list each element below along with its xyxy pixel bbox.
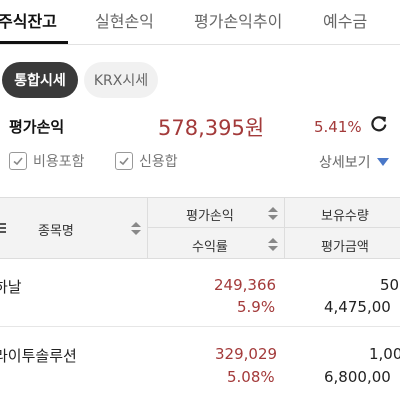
tab-eval-pnl-trend[interactable]: 평가손익추이 <box>194 8 282 32</box>
eval-amount-cell: 6,800,00 <box>324 368 391 386</box>
header-eval-pnl[interactable]: 평가손익 <box>186 205 234 224</box>
tab-deposit[interactable]: 예수금 <box>323 8 367 32</box>
header-return-rate[interactable]: 수익률 <box>192 236 228 255</box>
eval-pnl-value: 578,395원 <box>158 116 265 140</box>
checkmark-icon <box>9 152 27 170</box>
header-stock-name[interactable]: 종목명 <box>38 220 74 239</box>
credit-sum-label: 신용합 <box>139 154 178 170</box>
include-cost-checkbox[interactable]: 비용포함 <box>9 151 85 171</box>
eval-pnl-cell: 249,366 <box>214 276 277 294</box>
holdings-cell: 50 <box>380 276 400 294</box>
eval-pnl-label: 평가손익 <box>9 118 65 136</box>
sort-icon[interactable] <box>268 207 278 221</box>
refresh-icon[interactable] <box>369 114 389 134</box>
return-rate-cell: 5.08% <box>227 368 275 386</box>
eval-amount-cell: 4,475,00 <box>324 298 391 316</box>
divider <box>147 198 148 258</box>
holdings-cell: 1,00 <box>369 345 400 363</box>
eval-pnl-rate: 5.41% <box>314 118 362 136</box>
header-holdings[interactable]: 보유수량 <box>321 205 369 224</box>
table-header: 종목명 평가손익 수익률 보유수량 평가금액 <box>0 197 400 259</box>
credit-sum-checkbox[interactable]: 신용합 <box>115 151 178 171</box>
divider <box>148 227 400 228</box>
divider <box>0 326 400 327</box>
tab-stock-balance[interactable]: 주식잔고 <box>0 8 57 32</box>
return-rate-cell: 5.9% <box>237 298 276 316</box>
sort-icon[interactable] <box>268 238 278 252</box>
divider <box>284 198 285 258</box>
tab-bar: 주식잔고 실현손익 평가손익추이 예수금 <box>0 0 400 45</box>
header-eval-amount[interactable]: 평가금액 <box>321 236 369 255</box>
active-tab-indicator <box>0 41 68 44</box>
detail-view-button[interactable]: 상세보기 <box>319 152 389 172</box>
drag-handle-icon[interactable] <box>0 222 6 234</box>
chevron-down-icon <box>376 158 389 166</box>
stock-name: 라이투솔루션 <box>0 347 77 365</box>
include-cost-label: 비용포함 <box>33 154 85 170</box>
krx-quote-button[interactable]: KRX시세 <box>84 62 158 98</box>
stock-name: 하날 <box>0 278 22 296</box>
tab-realized-pnl[interactable]: 실현손익 <box>95 8 154 32</box>
integrated-quote-button[interactable]: 통합시세 <box>2 62 78 98</box>
checkmark-icon <box>115 152 133 170</box>
eval-pnl-cell: 329,029 <box>215 345 278 363</box>
sort-icon[interactable] <box>131 222 141 236</box>
detail-view-label: 상세보기 <box>319 155 371 171</box>
